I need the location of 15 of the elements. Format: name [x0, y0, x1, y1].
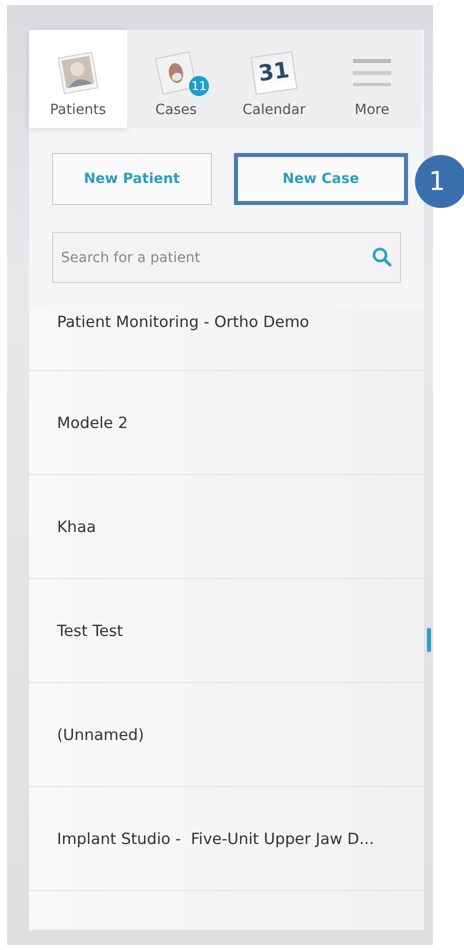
calendar-icon: 31 — [250, 51, 298, 95]
patient-row[interactable]: (Unnamed) — [29, 683, 424, 787]
count-badge: 11 — [189, 76, 209, 96]
search-icon[interactable] — [372, 247, 392, 267]
tab[interactable]: More — [323, 30, 421, 128]
tab[interactable]: Patients — [29, 30, 127, 128]
search-field[interactable]: Search for a patient — [52, 232, 401, 283]
scrollbar-thumb[interactable] — [427, 628, 431, 652]
patient-row[interactable]: Implant Studio - Five-Unit Upper Jaw D... — [29, 787, 424, 891]
patient-row[interactable]: Test Test — [29, 579, 424, 683]
patient-row[interactable]: Modele 2 — [29, 371, 424, 475]
patient-row[interactable]: Patient Monitoring - Ortho Demo — [29, 309, 424, 371]
patient-row[interactable]: Khaa — [29, 475, 424, 579]
tab[interactable]: 11 Cases — [127, 30, 225, 128]
tab[interactable]: 31 Calendar — [225, 30, 323, 128]
